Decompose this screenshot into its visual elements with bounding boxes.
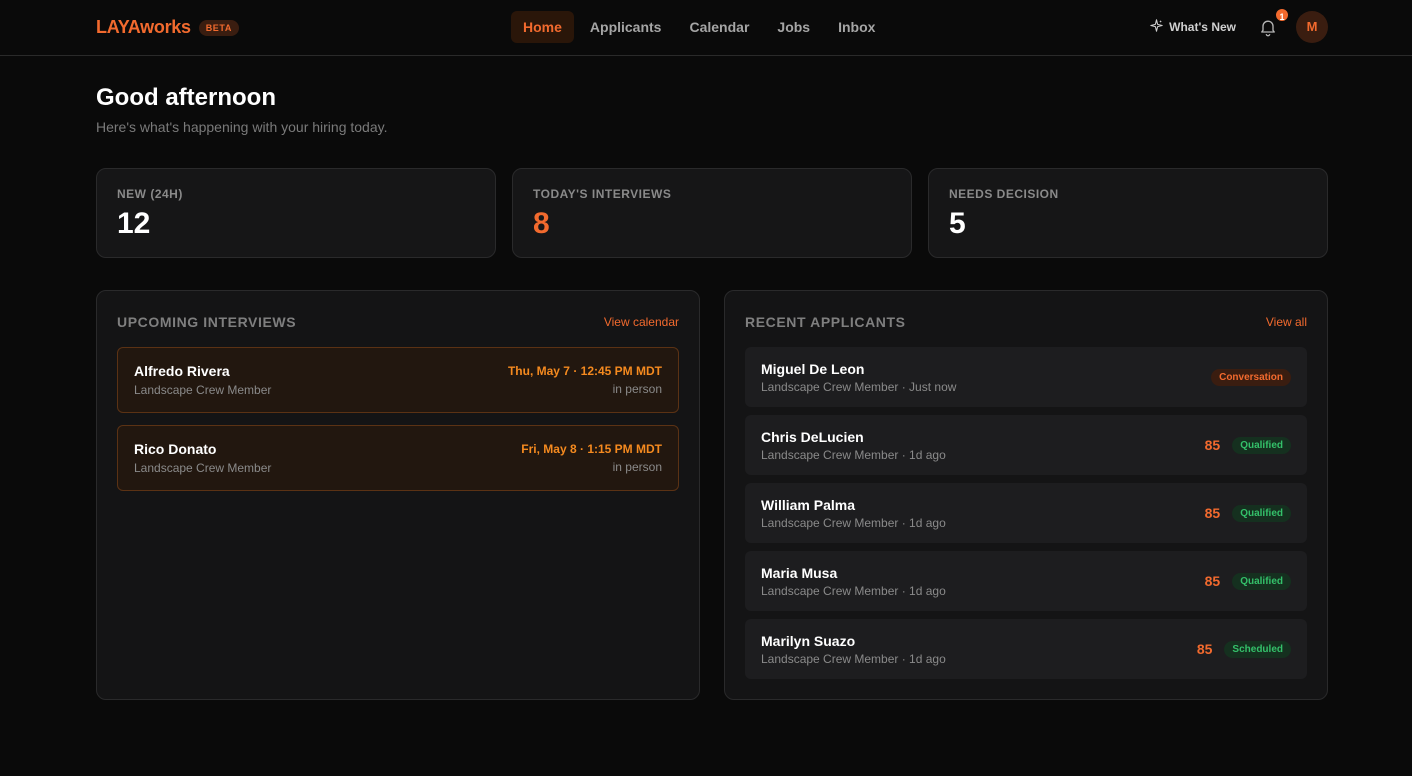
panel-header: RECENT APPLICANTS View all [745, 313, 1307, 331]
upcoming-interviews-panel: UPCOMING INTERVIEWS View calendar Alfred… [96, 290, 700, 700]
brand[interactable]: LAYAworks BETA [96, 17, 239, 38]
applicant-meta: Landscape Crew Member · 1d ago [761, 515, 946, 530]
nav-jobs[interactable]: Jobs [765, 11, 822, 43]
applicant-row[interactable]: Miguel De Leon Landscape Crew Member · J… [745, 347, 1307, 407]
interview-mode: in person [612, 460, 662, 474]
stats-row: NEW (24H) 12 TODAY'S INTERVIEWS 8 NEEDS … [96, 168, 1328, 258]
status-badge: Conversation [1211, 368, 1291, 386]
whats-new-button[interactable]: What's New [1150, 19, 1236, 35]
status-badge: Qualified [1232, 504, 1291, 522]
interview-name: Alfredo Rivera [134, 363, 230, 379]
applicant-name: William Palma [761, 496, 856, 513]
panel-title: RECENT APPLICANTS [745, 314, 906, 330]
stat-card-new[interactable]: NEW (24H) 12 [96, 168, 496, 258]
brand-logo[interactable]: LAYAworks [96, 17, 191, 38]
applicant-meta: Landscape Crew Member · 1d ago [761, 447, 946, 462]
stat-value: 5 [949, 207, 966, 240]
view-all-link[interactable]: View all [1266, 315, 1307, 329]
applicant-row[interactable]: Marilyn Suazo Landscape Crew Member · 1d… [745, 619, 1307, 679]
panel-header: UPCOMING INTERVIEWS View calendar [117, 313, 679, 331]
interview-role: Landscape Crew Member [134, 383, 272, 397]
interview-mode: in person [612, 382, 662, 396]
page-title: Good afternoon [96, 84, 276, 111]
whats-new-label: What's New [1169, 20, 1236, 34]
interview-name: Rico Donato [134, 441, 217, 457]
stat-card-needs-decision[interactable]: NEEDS DECISION 5 [928, 168, 1328, 258]
stat-label: TODAY'S INTERVIEWS [533, 187, 672, 201]
interview-item[interactable]: Alfredo Rivera Landscape Crew Member Thu… [117, 347, 679, 413]
applicant-row[interactable]: William Palma Landscape Crew Member · 1d… [745, 483, 1307, 543]
applicant-score: 85 [1204, 437, 1221, 453]
stat-card-interviews[interactable]: TODAY'S INTERVIEWS 8 [512, 168, 912, 258]
nav-calendar[interactable]: Calendar [677, 11, 761, 43]
notifications-button[interactable]: 1 [1258, 7, 1290, 41]
notification-count-badge: 1 [1274, 7, 1290, 23]
interview-role: Landscape Crew Member [134, 461, 272, 475]
panel-title: UPCOMING INTERVIEWS [117, 314, 297, 330]
stat-label: NEW (24H) [117, 187, 183, 201]
applicant-name: Chris DeLucien [761, 428, 864, 445]
status-badge: Qualified [1232, 436, 1291, 454]
beta-badge: BETA [198, 19, 239, 36]
applicant-score: 85 [1204, 505, 1221, 521]
top-bar: LAYAworks BETA Home Applicants Calendar … [0, 0, 1412, 56]
applicant-name: Maria Musa [761, 564, 838, 581]
recent-applicants-panel: RECENT APPLICANTS View all Miguel De Leo… [724, 290, 1328, 700]
interview-time: Fri, May 8 · 1:15 PM MDT [521, 442, 662, 456]
bell-icon [1258, 20, 1278, 41]
nav-inbox[interactable]: Inbox [826, 11, 887, 43]
main-nav: Home Applicants Calendar Jobs Inbox [511, 11, 887, 43]
stat-label: NEEDS DECISION [949, 187, 1059, 201]
stat-value: 8 [533, 207, 550, 240]
applicant-name: Marilyn Suazo [761, 632, 856, 649]
nav-home[interactable]: Home [511, 11, 574, 43]
nav-applicants[interactable]: Applicants [578, 11, 674, 43]
applicant-meta: Landscape Crew Member · 1d ago [761, 583, 946, 598]
status-badge: Scheduled [1224, 640, 1291, 658]
applicant-score: 85 [1196, 641, 1213, 657]
applicant-score: 85 [1204, 573, 1221, 589]
interview-item[interactable]: Rico Donato Landscape Crew Member Fri, M… [117, 425, 679, 491]
applicant-meta: Landscape Crew Member · 1d ago [761, 651, 946, 666]
applicant-meta: Landscape Crew Member · Just now [761, 379, 957, 394]
applicant-row[interactable]: Maria Musa Landscape Crew Member · 1d ag… [745, 551, 1307, 611]
applicant-row[interactable]: Chris DeLucien Landscape Crew Member · 1… [745, 415, 1307, 475]
header-tools: What's New 1 M [1150, 7, 1328, 43]
view-calendar-link[interactable]: View calendar [604, 315, 679, 329]
page-subtitle: Here's what's happening with your hiring… [96, 119, 388, 135]
avatar[interactable]: M [1296, 11, 1328, 43]
sparkle-icon [1150, 19, 1163, 35]
stat-value: 12 [117, 207, 151, 240]
interview-time: Thu, May 7 · 12:45 PM MDT [507, 364, 662, 378]
applicant-name: Miguel De Leon [761, 360, 865, 377]
status-badge: Qualified [1232, 572, 1291, 590]
